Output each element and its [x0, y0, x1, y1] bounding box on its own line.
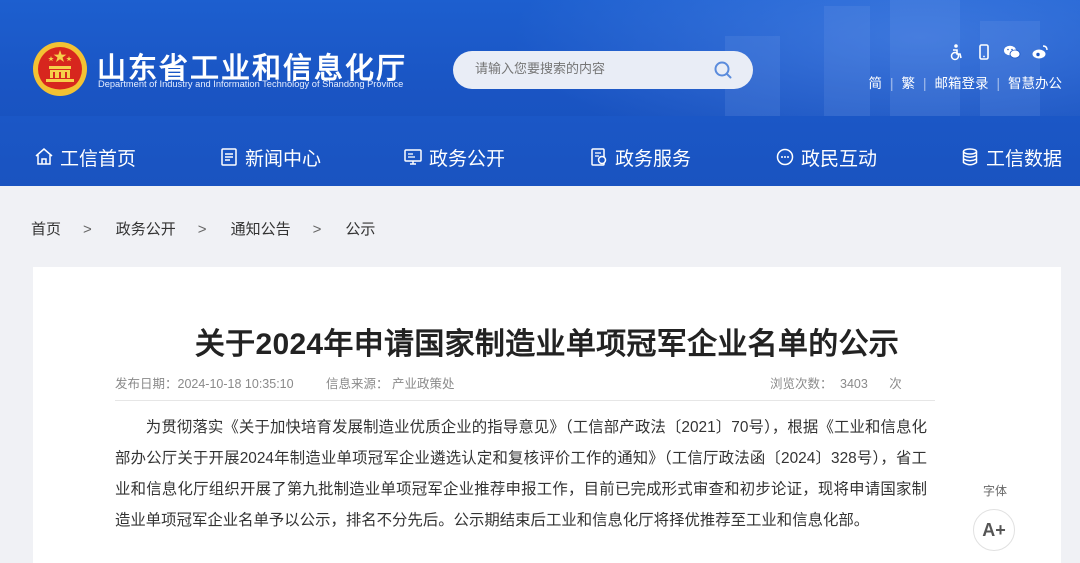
- search-icon[interactable]: [713, 60, 733, 80]
- service-icon: [591, 148, 607, 166]
- email-login-link[interactable]: 邮箱登录: [934, 76, 988, 91]
- font-size-tool: 字体 A+: [973, 482, 1017, 551]
- link-separator: |: [996, 76, 1000, 91]
- view-count: 浏览次数： 3403 次: [770, 373, 902, 392]
- breadcrumb: 首页 > 政务公开 > 通知公告 > 公示: [31, 218, 375, 239]
- chat-icon: [776, 148, 794, 166]
- breadcrumb-separator: >: [83, 221, 92, 238]
- breadcrumb-separator: >: [312, 221, 322, 238]
- nav-item-gov-service[interactable]: 政务服务: [589, 144, 691, 170]
- nav-item-label: 政务公开: [429, 148, 506, 170]
- top-icon-bar: [947, 43, 1062, 61]
- view-count-label: 浏览次数：: [770, 377, 833, 391]
- font-size-label: 字体: [982, 484, 1007, 498]
- site-header: 山东省工业和信息化厅 Department of Industry and In…: [0, 0, 1080, 186]
- news-icon: [221, 148, 237, 166]
- search-bar[interactable]: [453, 51, 753, 89]
- info-source: 信息来源： 产业政策处: [326, 377, 455, 391]
- breadcrumb-home[interactable]: 首页: [31, 221, 61, 238]
- article-paragraph: 为贯彻落实《关于加快培育发展制造业优质企业的指导意见》（工信部产政法〔2021〕…: [115, 419, 927, 529]
- link-separator: |: [889, 76, 894, 91]
- screen-icon: [404, 149, 422, 165]
- wechat-icon[interactable]: [1003, 43, 1021, 61]
- national-emblem-icon[interactable]: [32, 41, 88, 97]
- nav-item-label: 工信首页: [60, 148, 137, 170]
- view-count-value: 3403: [840, 377, 868, 391]
- search-input[interactable]: [475, 61, 705, 76]
- nav-item-news[interactable]: 新闻中心: [219, 144, 321, 170]
- nav-item-label: 政民互动: [801, 148, 878, 170]
- nav-item-label: 政务服务: [615, 148, 692, 170]
- article-card: 关于2024年申请国家制造业单项冠军企业名单的公示 发布日期：2024-10-1…: [33, 267, 1061, 563]
- font-increase-button[interactable]: A+: [973, 509, 1015, 551]
- view-count-unit: 次: [889, 377, 902, 391]
- header-building-decoration: [824, 6, 870, 116]
- mobile-icon[interactable]: [975, 43, 993, 61]
- smart-office-link[interactable]: 智慧办公: [1008, 76, 1062, 91]
- accessibility-icon[interactable]: [947, 43, 965, 61]
- top-links: 简 | 繁 | 邮箱登录 | 智慧办公: [868, 72, 1062, 92]
- home-icon: [35, 148, 53, 165]
- nav-item-data[interactable]: 工信数据: [960, 144, 1062, 170]
- article-title: 关于2024年申请国家制造业单项冠军企业名单的公示: [194, 328, 900, 361]
- traditional-chinese-link[interactable]: 繁: [901, 76, 915, 91]
- breadcrumb-separator: >: [197, 221, 207, 238]
- main-nav: 工信首页 新闻中心 政务公开 政务服务 政民互动 工信数据: [0, 128, 1080, 184]
- link-separator: |: [922, 76, 927, 91]
- article-body: 为贯彻落实《关于加快培育发展制造业优质企业的指导意见》（工信部产政法〔2021〕…: [115, 412, 927, 536]
- nav-item-label: 工信数据: [986, 148, 1063, 170]
- breadcrumb-gov-info[interactable]: 政务公开: [116, 221, 176, 238]
- publish-date: 发布日期：2024-10-18 10:35:10: [115, 377, 294, 391]
- weibo-icon[interactable]: [1031, 43, 1049, 61]
- nav-item-interaction[interactable]: 政民互动: [775, 144, 877, 170]
- breadcrumb-notices[interactable]: 通知公告: [231, 221, 291, 238]
- nav-item-label: 新闻中心: [245, 148, 322, 170]
- database-icon: [962, 148, 978, 166]
- site-subtitle: Department of Industry and Information T…: [98, 79, 404, 89]
- header-building-decoration: [980, 21, 1040, 116]
- nav-item-gov-info[interactable]: 政务公开: [403, 144, 505, 170]
- simplified-chinese-link[interactable]: 简: [868, 76, 882, 91]
- breadcrumb-publicity[interactable]: 公示: [345, 221, 375, 238]
- nav-item-home[interactable]: 工信首页: [34, 144, 136, 170]
- divider: [115, 400, 935, 401]
